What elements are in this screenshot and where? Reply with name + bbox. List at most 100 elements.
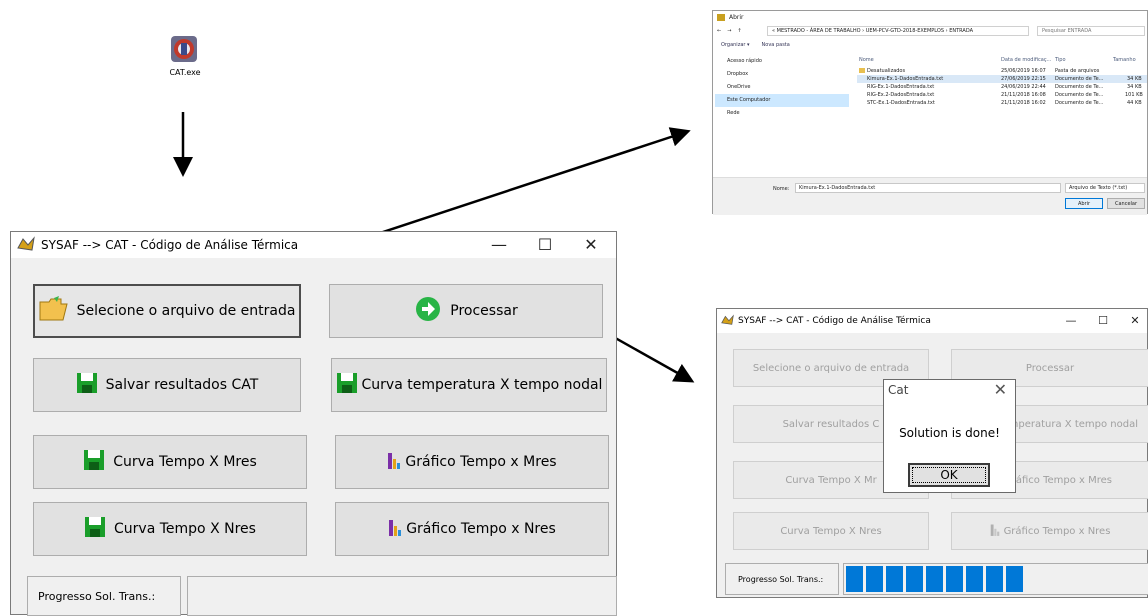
file-row[interactable]: Kimura-Ex.1-DadosEntrada.txt 27/06/2019 … [857,75,1147,83]
temperature-curve-button[interactable]: Curva temperatura X tempo nodal [331,358,607,412]
chart-icon [990,523,1000,539]
dialog-message: Solution is done! [899,426,1000,440]
minimize-button[interactable]: — [476,232,522,258]
window-title: SYSAF --> CAT - Código de Análise Térmic… [738,316,931,326]
floppy-disk-icon [336,372,358,398]
file-row[interactable]: STC-Ex.1-DadosEntrada.txt 21/11/2018 16:… [857,99,1147,107]
col-date[interactable]: Data de modificaç... [1001,57,1051,63]
file-dialog-title: Abrir [729,14,744,21]
cat-done-window: SYSAF --> CAT - Código de Análise Térmic… [716,308,1148,598]
sidebar-item-quick-access[interactable]: Acesso rápido [715,55,849,68]
file-row[interactable]: RIG-Ex.2-DadosEntrada.txt 21/11/2018 16:… [857,91,1147,99]
address-bar[interactable]: « MESTRADO - ÁREA DE TRABALHO › UEM-PCV-… [767,26,1029,36]
save-results-label: Salvar resultados C [782,418,880,430]
up-arrow-icon[interactable]: ↑ [737,28,741,34]
organize-button[interactable]: Organizar ▾ [721,42,750,48]
sidebar-item-dropbox[interactable]: Dropbox [715,68,849,81]
curve-mres-label: Curva Tempo X Mres [113,454,257,470]
ok-button[interactable]: OK [908,463,990,487]
progress-bar [843,563,1148,595]
progress-segment [886,566,903,592]
dialog-title: Cat [888,383,909,397]
progress-segment [866,566,883,592]
chart-mres-label: Gráfico Tempo x Mres [405,454,557,470]
maximize-button[interactable]: ☐ [522,232,568,258]
temperature-curve-label: Curva temperatura X tempo nodal [361,377,603,393]
back-arrow-icon[interactable]: ← [717,28,721,34]
filename-field[interactable]: Kimura-Ex.1-DadosEntrada.txt [795,183,1061,193]
temperature-curve-label: temperatura X tempo nodal [998,418,1138,430]
col-type[interactable]: Tipo [1055,57,1066,63]
dialog-close-button[interactable]: ✕ [994,380,1007,399]
cat-exe-label: CAT.exe [169,68,201,77]
curve-nres-label: Curva Tempo X Nres [780,525,882,537]
chart-mres-label: ráfico Tempo x Mres [1011,474,1112,486]
progress-bar [187,576,617,616]
process-label: Processar [450,303,518,319]
progress-segment [966,566,983,592]
filename-label: Nome: [773,186,790,192]
progress-label: Progresso Sol. Trans.: [725,563,839,595]
col-size[interactable]: Tamanho [1113,57,1136,63]
chart-nres-label: Gráfico Tempo x Nres [1003,525,1111,537]
curve-mres-button[interactable]: Curva Tempo X Mres [33,435,307,489]
sysaf-logo-icon [17,235,35,255]
dialog-app-icon [717,14,725,21]
chart-icon [387,451,401,473]
progress-segment [846,566,863,592]
process-button[interactable]: Processar [329,284,603,338]
file-toolbar: Organizar ▾ Nova pasta [721,42,790,48]
cancel-button[interactable]: Cancelar [1107,198,1145,209]
progress-segment [926,566,943,592]
select-input-button[interactable]: Selecione o arquivo de entrada [33,284,301,338]
minimize-button[interactable]: — [1055,309,1087,333]
solution-done-dialog: Cat ✕ Solution is done! OK [883,379,1016,493]
close-button[interactable]: ✕ [568,232,614,258]
sidebar-item-this-pc[interactable]: Este Computador [715,94,849,107]
floppy-disk-icon [84,516,106,542]
forward-arrow-icon[interactable]: → [727,28,731,34]
file-row[interactable]: Desatualizados 25/06/2019 16:07 Pasta de… [857,67,1147,75]
chart-icon [388,518,402,540]
col-name[interactable]: Nome [859,57,874,63]
process-label: Processar [1025,362,1075,374]
window-title: SYSAF --> CAT - Código de Análise Térmic… [41,238,299,252]
floppy-disk-icon [76,372,98,398]
select-input-label: Selecione o arquivo de entrada [76,303,296,319]
select-input-label: Selecione o arquivo de entrada [752,362,910,374]
file-dialog-footer: Nome: Kimura-Ex.1-DadosEntrada.txt Arqui… [713,177,1147,215]
sidebar-item-network[interactable]: Rede [715,107,849,120]
progress-segment [1006,566,1023,592]
progress-segment [946,566,963,592]
nav-sidebar: Acesso rápido Dropbox OneDrive Este Comp… [715,55,849,175]
chart-mres-button[interactable]: Gráfico Tempo x Mres [335,435,609,489]
curve-nres-button[interactable]: Curva Tempo X Nres [733,512,929,550]
new-folder-button[interactable]: Nova pasta [762,42,790,48]
file-open-dialog: Abrir ← → ↑ « MESTRADO - ÁREA DE TRABALH… [712,10,1148,215]
chart-nres-label: Gráfico Tempo x Nres [406,521,556,537]
search-input[interactable]: Pesquisar ENTRADA [1037,26,1145,36]
cat-exe-icon[interactable] [166,34,202,66]
filetype-select[interactable]: Arquivo de Texto (*.txt) [1065,183,1145,193]
file-row[interactable]: RIG-Ex.1-DadosEntrada.txt 24/06/2019 22:… [857,83,1147,91]
sysaf-logo-icon [721,313,734,329]
curve-nres-button[interactable]: Curva Tempo X Nres [33,502,307,556]
save-results-button[interactable]: Salvar resultados CAT [33,358,301,412]
curve-nres-label: Curva Tempo X Nres [114,521,256,537]
chart-nres-button[interactable]: Gráfico Tempo x Nres [951,512,1148,550]
nav-buttons: ← → ↑ [717,25,742,37]
maximize-button[interactable]: ☐ [1087,309,1119,333]
progress-label: Progresso Sol. Trans.: [27,576,181,616]
sidebar-item-onedrive[interactable]: OneDrive [715,81,849,94]
green-arrow-icon [414,295,442,327]
close-button[interactable]: ✕ [1119,309,1148,333]
file-list-header: Nome Data de modificaç... Tipo Tamanho [857,55,1147,65]
chart-nres-button[interactable]: Gráfico Tempo x Nres [335,502,609,556]
progress-segment [986,566,1003,592]
curve-mres-label: Curva Tempo X Mr [785,474,877,486]
progress-segment [906,566,923,592]
cat-main-window: SYSAF --> CAT - Código de Análise Térmic… [10,231,617,616]
floppy-disk-icon [83,449,105,475]
open-folder-icon [39,296,69,326]
open-button[interactable]: Abrir [1065,198,1103,209]
